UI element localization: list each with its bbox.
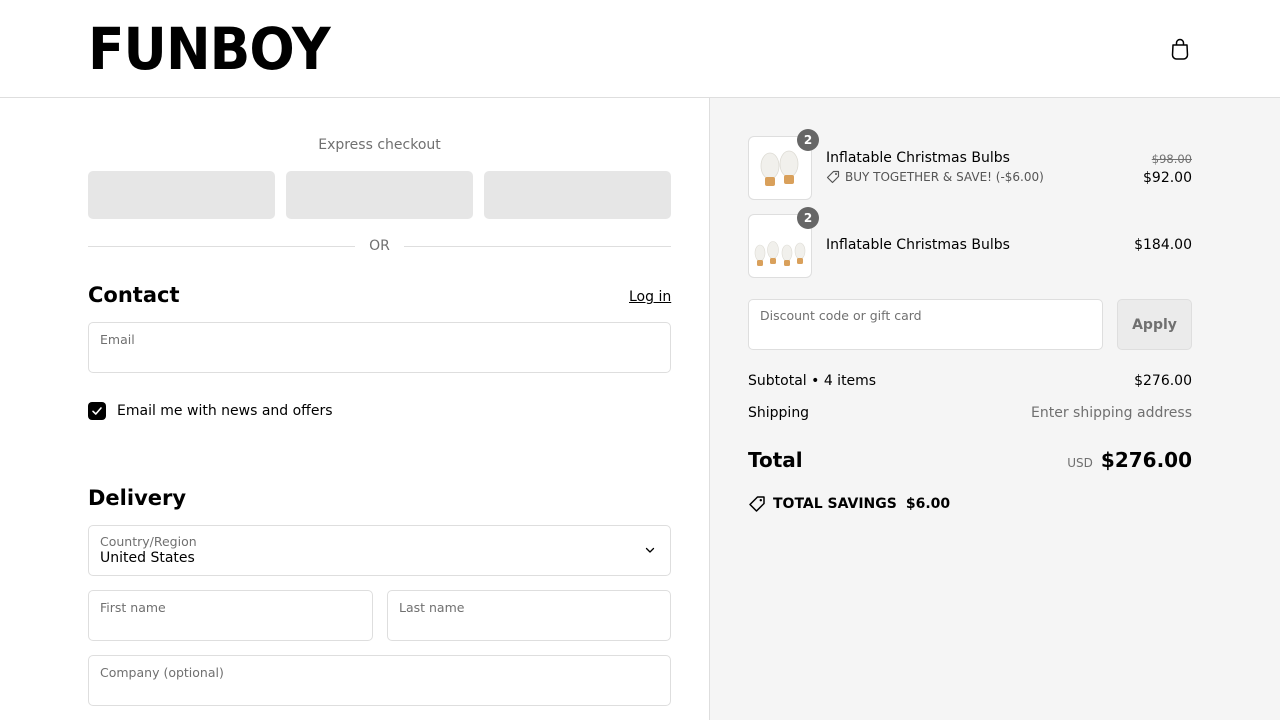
shipping-label: Shipping [748, 405, 810, 421]
currency-code: USD [1067, 456, 1093, 470]
total-amount-group: USD $276.00 [1067, 448, 1192, 472]
promo-text: BUY TOGETHER & SAVE! (-$6.00) [845, 170, 1044, 184]
company-field[interactable]: Company (optional) [88, 655, 671, 706]
first-name-label: First name [100, 600, 166, 615]
newsletter-label[interactable]: Email me with news and offers [117, 403, 333, 419]
store-logo[interactable]: FUNBOY [88, 20, 331, 78]
original-price: $98.00 [1151, 152, 1192, 166]
company-label: Company (optional) [100, 665, 224, 680]
country-label: Country/Region [100, 534, 197, 549]
login-link[interactable]: Log in [629, 289, 671, 305]
last-name-label: Last name [399, 600, 465, 615]
shipping-value: Enter shipping address [1031, 405, 1192, 421]
chevron-down-icon [645, 547, 655, 553]
item-price: $92.00 [1143, 170, 1192, 186]
savings-value: $6.00 [905, 496, 951, 512]
total-label: Total [748, 448, 803, 472]
contact-heading: Contact [88, 283, 180, 307]
last-name-field[interactable]: Last name [387, 590, 671, 641]
checkmark-icon [92, 407, 102, 415]
item-price: $184.00 [1134, 237, 1192, 253]
promo-label: BUY TOGETHER & SAVE! (-$6.00) [826, 170, 1044, 184]
delivery-heading: Delivery [88, 486, 187, 510]
discount-placeholder: Discount code or gift card [760, 308, 922, 323]
cart-button[interactable] [1168, 36, 1192, 62]
quantity-badge: 2 [797, 207, 819, 229]
country-select[interactable]: Country/Region United States [88, 525, 671, 576]
express-pay-button-3[interactable] [484, 171, 671, 219]
or-label: OR [369, 238, 390, 254]
item-name: Inflatable Christmas Bulbs [826, 150, 1010, 166]
express-pay-button-1[interactable] [88, 171, 275, 219]
subtotal-label: Subtotal • 4 items [748, 373, 877, 389]
savings-label: TOTAL SAVINGS [773, 496, 897, 512]
or-divider: OR [88, 236, 671, 256]
express-checkout-title: Express checkout [318, 137, 441, 153]
tag-icon [826, 170, 840, 184]
first-name-field[interactable]: First name [88, 590, 373, 641]
email-field[interactable]: Email [88, 322, 671, 373]
shopping-bag-icon [1171, 38, 1189, 60]
express-pay-button-2[interactable] [286, 171, 473, 219]
discount-code-field[interactable]: Discount code or gift card [748, 299, 1103, 350]
apply-discount-button[interactable]: Apply [1117, 299, 1192, 350]
total-savings: TOTAL SAVINGS $6.00 [748, 495, 950, 513]
item-name: Inflatable Christmas Bulbs [826, 237, 1010, 253]
newsletter-checkbox[interactable] [88, 402, 106, 420]
email-label: Email [100, 332, 135, 347]
header: FUNBOY [0, 0, 1280, 98]
quantity-badge: 2 [797, 129, 819, 151]
total-value: $276.00 [1100, 448, 1192, 472]
newsletter-option: Email me with news and offers [88, 402, 333, 420]
subtotal-value: $276.00 [1134, 373, 1192, 389]
country-value: United States [100, 550, 195, 566]
tag-icon [749, 496, 765, 512]
